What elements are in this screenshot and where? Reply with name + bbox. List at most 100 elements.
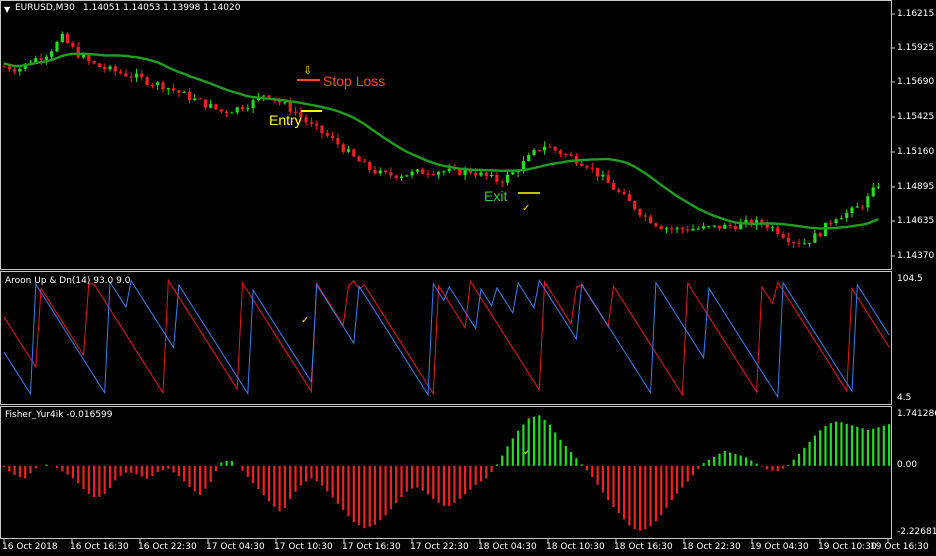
candle-body: [839, 218, 843, 220]
time-label: 16 Oct 16:30: [70, 542, 129, 552]
candle-body: [437, 172, 441, 175]
candle-body: [315, 123, 319, 126]
time-label: 17 Oct 16:30: [342, 542, 401, 552]
candle-body: [876, 186, 881, 188]
aroon-check-icon: ✓: [301, 315, 309, 326]
aroon-title: Aroon Up & Dn(14) 93.0 9.0: [5, 276, 131, 286]
candle-body: [235, 107, 239, 113]
candle-body: [845, 212, 849, 219]
time-label: 19 Oct 04:30: [750, 542, 809, 552]
candle-body: [861, 206, 865, 208]
candle-body: [373, 169, 377, 174]
candle-body: [124, 73, 128, 77]
candle-body: [346, 149, 351, 152]
candle-body: [76, 46, 80, 58]
price-label: 1.14895: [897, 182, 935, 192]
candle-body: [797, 242, 801, 244]
candle-body: [855, 206, 859, 208]
candle-body: [362, 161, 366, 163]
candle-body: [103, 66, 107, 70]
candle-body: [140, 73, 144, 78]
candle-body: [246, 108, 250, 110]
candle-body: [786, 237, 790, 243]
candle-body: [405, 175, 409, 177]
candle-body: [389, 172, 393, 176]
price-label: 1.16215: [897, 9, 935, 19]
time-label: 16 Oct 2018: [2, 542, 58, 552]
aroon-max-label: 104.5: [897, 274, 923, 284]
candle-body: [649, 216, 653, 224]
candle-body: [447, 168, 451, 172]
candle-body: [71, 42, 75, 47]
candle-body: [156, 82, 160, 86]
candle-body: [129, 76, 133, 78]
candle-body: [410, 171, 414, 176]
candle-body: [723, 224, 727, 229]
candle-body: [145, 77, 149, 85]
candle-body: [251, 100, 255, 109]
candle-body: [633, 201, 637, 210]
candle-body: [150, 84, 154, 86]
candle-body: [691, 228, 695, 231]
candle-body: [66, 33, 70, 43]
candle-body: [622, 191, 626, 195]
candle-body: [288, 102, 292, 112]
candle-body: [97, 63, 101, 67]
chart-ohlc-label: 1.14051 1.14053 1.13998 1.14020: [83, 3, 241, 13]
candle-body: [399, 176, 404, 179]
candle-body: [808, 242, 812, 244]
candle-body: [664, 228, 669, 230]
candle-body: [336, 138, 340, 145]
candle-body: [44, 56, 48, 60]
price-label: 1.15690: [897, 77, 935, 87]
candle-body: [702, 226, 706, 229]
candle-body: [172, 88, 176, 91]
trading-chart[interactable]: ⇩ ✓ ✓ ✓ ▼: [0, 0, 936, 556]
candle-body: [495, 174, 499, 182]
candle-body: [829, 222, 833, 224]
price-label: 1.15160: [897, 147, 935, 157]
candle-body: [548, 146, 552, 148]
candle-body: [686, 229, 690, 231]
candle-body: [60, 33, 64, 42]
time-label: 17 Oct 10:30: [274, 542, 333, 552]
candle-body: [479, 172, 483, 176]
candle-body: [50, 51, 54, 57]
candle-body: [564, 154, 568, 156]
candle-body: [553, 146, 557, 151]
candle-body: [866, 196, 870, 208]
exit-check-icon: ✓: [522, 203, 530, 214]
candle-body: [357, 156, 361, 162]
candle-body: [871, 187, 875, 197]
candle-body: [13, 69, 17, 72]
candle-body: [119, 71, 123, 74]
candle-body: [527, 155, 531, 162]
candle-body: [680, 228, 684, 230]
fisher-title: Fisher_Yur4ik -0.016599: [5, 410, 113, 420]
candle-body: [813, 233, 817, 243]
candle-body: [596, 167, 600, 177]
candle-body: [240, 107, 245, 110]
candle-body: [712, 225, 716, 227]
fisher-zero-label: 0.00: [897, 460, 918, 470]
time-label: 19 Oct 10:30: [818, 542, 877, 552]
candle-body: [209, 104, 213, 108]
candle-body: [225, 111, 229, 114]
candle-body: [203, 99, 207, 108]
candle-body: [320, 125, 324, 134]
candle-body: [537, 150, 541, 152]
candle-body: [601, 174, 605, 177]
candle-body: [378, 170, 382, 174]
candle-body: [490, 174, 494, 176]
candle-body: [177, 90, 181, 93]
time-label: 19 Oct 16:30: [870, 542, 929, 552]
price-label: 1.15925: [897, 43, 935, 53]
candle-body: [134, 73, 139, 78]
fisher-max-label: 1.741286: [897, 409, 936, 419]
candle-body: [511, 172, 515, 175]
candle-body: [113, 66, 117, 72]
candle-body: [580, 163, 584, 166]
candle-body: [193, 98, 197, 100]
candle-body: [558, 150, 563, 155]
candle-body: [834, 219, 838, 224]
